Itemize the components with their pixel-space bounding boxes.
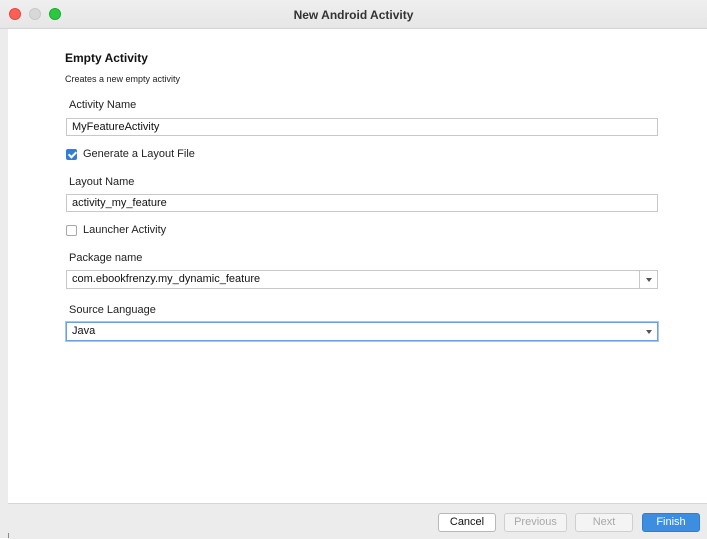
launcher-activity-label: Launcher Activity <box>83 224 167 236</box>
next-button[interactable]: Next <box>575 513 633 532</box>
package-name-combobox[interactable]: com.ebookfrenzy.my_dynamic_feature <box>66 270 658 289</box>
layout-name-label: Layout Name <box>69 176 135 188</box>
generate-layout-label: Generate a Layout File <box>83 148 195 160</box>
activity-name-input[interactable] <box>66 118 658 136</box>
package-name-label: Package name <box>69 252 143 264</box>
activity-form-panel: Empty Activity Creates a new empty activ… <box>8 29 707 503</box>
checkmark-icon <box>67 149 78 159</box>
package-name-value: com.ebookfrenzy.my_dynamic_feature <box>72 273 261 285</box>
combo-separator <box>639 271 640 288</box>
title-bar: New Android Activity <box>0 0 707 29</box>
source-language-value: Java <box>72 325 96 337</box>
chevron-down-icon[interactable] <box>646 330 652 334</box>
source-language-label: Source Language <box>69 304 156 316</box>
chevron-down-icon[interactable] <box>646 278 652 282</box>
source-language-select[interactable]: Java <box>66 322 658 341</box>
generate-layout-checkbox[interactable] <box>66 149 78 160</box>
finish-button[interactable]: Finish <box>642 513 700 532</box>
layout-name-input[interactable] <box>66 194 658 212</box>
resize-handle[interactable] <box>8 533 9 538</box>
template-heading: Empty Activity <box>65 51 148 65</box>
launcher-activity-checkbox[interactable] <box>66 225 77 236</box>
dialog-footer: Cancel Previous Next Finish <box>8 503 707 539</box>
window-title: New Android Activity <box>293 8 414 22</box>
activity-name-label: Activity Name <box>69 99 137 111</box>
previous-button[interactable]: Previous <box>504 513 567 532</box>
dialog-window: New Android Activity Empty Activity Crea… <box>0 0 707 539</box>
cancel-button[interactable]: Cancel <box>438 513 496 532</box>
template-description: Creates a new empty activity <box>65 74 181 84</box>
